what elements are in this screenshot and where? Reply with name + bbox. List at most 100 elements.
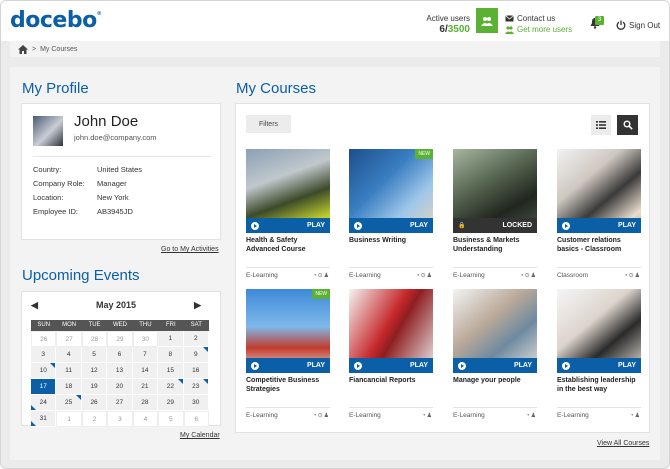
calendar-day[interactable]: 6 [183, 411, 209, 427]
locked-bar[interactable]: 🔒 LOCKED [453, 218, 537, 233]
breadcrumb-current: My Courses [40, 45, 78, 53]
course-card[interactable]: NEW PLAY Competitive Business Strategies E-… [246, 289, 330, 419]
go-to-my-activities-link[interactable]: Go to My Activities [161, 246, 219, 253]
play-button[interactable]: PLAY [349, 358, 433, 373]
calendar-day[interactable]: 16 [183, 363, 209, 379]
calendar-day[interactable]: 1 [56, 411, 82, 427]
calendar-day[interactable]: 3 [31, 347, 57, 363]
calendar-day[interactable]: 24 [31, 395, 57, 411]
calendar-day[interactable]: 4 [132, 411, 159, 427]
course-meta: E-Learning ◔⊙♟ [349, 267, 433, 279]
course-card[interactable]: PLAY Customer relations basics - Classroo… [557, 149, 641, 279]
chevron-left-icon[interactable]: ◀ [31, 300, 38, 311]
new-badge: NEW [415, 149, 433, 159]
play-button[interactable]: PLAY [246, 358, 330, 373]
calendar-day[interactable]: 25 [56, 395, 82, 411]
contact-us-link[interactable]: Contact us [505, 13, 572, 24]
course-title[interactable]: Manage your people [453, 377, 537, 407]
calendar-day[interactable]: 22 [158, 379, 184, 395]
calendar-day[interactable]: 2 [81, 411, 108, 427]
play-button[interactable]: PLAY [349, 218, 433, 233]
chevron-right-icon[interactable]: ▶ [194, 300, 201, 311]
course-title[interactable]: Fiancancial Reports [349, 377, 433, 407]
calendar-day[interactable]: 27 [56, 331, 82, 347]
profile-field-value: United States [97, 165, 143, 174]
home-icon[interactable] [18, 44, 28, 54]
calendar-day[interactable]: 11 [56, 363, 82, 379]
calendar-day[interactable]: 28 [81, 331, 108, 347]
course-thumbnail[interactable]: NEW PLAY [349, 149, 433, 233]
course-thumbnail[interactable]: NEW PLAY [246, 289, 330, 373]
play-button[interactable]: PLAY [557, 358, 641, 373]
play-button[interactable]: PLAY [453, 358, 537, 373]
calendar-day[interactable]: 30 [132, 331, 159, 347]
course-card[interactable]: PLAY Health & Safety Advanced Course E-Lea… [246, 149, 330, 279]
calendar-day[interactable]: 14 [132, 363, 159, 379]
calendar-day[interactable]: 21 [132, 379, 159, 395]
calendar-day[interactable]: 5 [158, 411, 184, 427]
course-type: E-Learning [349, 412, 381, 419]
profile-field-label: Company Role: [33, 179, 85, 188]
calendar-day[interactable]: 6 [107, 347, 133, 363]
calendar-day[interactable]: 4 [56, 347, 82, 363]
course-title[interactable]: Business Writing [349, 237, 433, 267]
docebo-logo[interactable]: docebo® [10, 8, 102, 33]
calendar-day[interactable]: 9 [183, 347, 209, 363]
course-title[interactable]: Competitive Business Strategies [246, 377, 330, 407]
calendar-day[interactable]: 27 [107, 395, 133, 411]
calendar-day[interactable]: 29 [158, 395, 184, 411]
calendar-day[interactable]: 19 [81, 379, 108, 395]
calendar-day[interactable]: 30 [183, 395, 209, 411]
course-thumbnail[interactable]: 🔒 LOCKED [453, 149, 537, 233]
view-all-courses-link[interactable]: View All Courses [597, 440, 649, 447]
course-card[interactable]: NEW PLAY Business Writing E-Learning ◔⊙♟ [349, 149, 433, 279]
course-thumbnail[interactable]: PLAY [246, 149, 330, 233]
course-card[interactable]: PLAY Manage your people E-Learning ◔♟ [453, 289, 537, 419]
my-calendar-link[interactable]: My Calendar [180, 432, 220, 439]
calendar-day[interactable]: 15 [158, 363, 184, 379]
play-button[interactable]: PLAY [557, 218, 641, 233]
course-card[interactable]: 🔒 LOCKED Business & Markets Understanding E… [453, 149, 537, 279]
course-meta: E-Learning ◔♟ [557, 407, 641, 419]
calendar-day[interactable]: 12 [81, 363, 108, 379]
calendar-day[interactable]: 29 [107, 331, 133, 347]
list-view-button[interactable] [591, 115, 611, 135]
course-info-icons: ◔♟ [525, 413, 537, 419]
contact-block: Contact us Get more users [505, 13, 572, 35]
users-icon[interactable] [476, 8, 498, 33]
calendar-day[interactable]: 20 [107, 379, 133, 395]
course-thumbnail[interactable]: PLAY [557, 149, 641, 233]
calendar-day[interactable]: 5 [81, 347, 108, 363]
calendar-day[interactable]: 2 [183, 331, 209, 347]
course-action-label: PLAY [409, 222, 428, 229]
calendar-day[interactable]: 28 [132, 395, 159, 411]
calendar-day[interactable]: 8 [158, 347, 184, 363]
calendar-day[interactable]: 3 [107, 411, 133, 427]
play-button[interactable]: PLAY [246, 218, 330, 233]
course-title[interactable]: Establishing leadership in the best way [557, 377, 641, 407]
course-card[interactable]: PLAY Establishing leadership in the best … [557, 289, 641, 419]
calendar-day[interactable]: 31 [31, 411, 57, 427]
course-thumbnail[interactable]: PLAY [453, 289, 537, 373]
course-title[interactable]: Customer relations basics - Classroom [557, 237, 641, 267]
course-card[interactable]: PLAY Fiancancial Reports E-Learning ◔♟ [349, 289, 433, 419]
get-more-users-link[interactable]: Get more users [505, 24, 572, 35]
sign-out-button[interactable]: Sign Out [616, 20, 660, 30]
filters-button[interactable]: Filters [246, 115, 291, 133]
profile-field-label: Location: [33, 193, 64, 202]
calendar-day[interactable]: 18 [56, 379, 82, 395]
calendar-day[interactable]: 13 [107, 363, 133, 379]
course-thumbnail[interactable]: PLAY [557, 289, 641, 373]
calendar-day[interactable]: 17 [31, 379, 57, 395]
course-title[interactable]: Health & Safety Advanced Course [246, 237, 330, 267]
calendar-day[interactable]: 26 [31, 331, 57, 347]
calendar-day[interactable]: 26 [81, 395, 108, 411]
calendar-day[interactable]: 1 [158, 331, 184, 347]
search-button[interactable] [617, 115, 638, 135]
top-header: docebo® Active users 6/3500 Contact us G… [1, 1, 669, 41]
calendar-day[interactable]: 10 [31, 363, 57, 379]
calendar-day[interactable]: 7 [132, 347, 159, 363]
course-thumbnail[interactable]: PLAY [349, 289, 433, 373]
calendar-day[interactable]: 23 [183, 379, 209, 395]
course-title[interactable]: Business & Markets Understanding [453, 237, 537, 267]
